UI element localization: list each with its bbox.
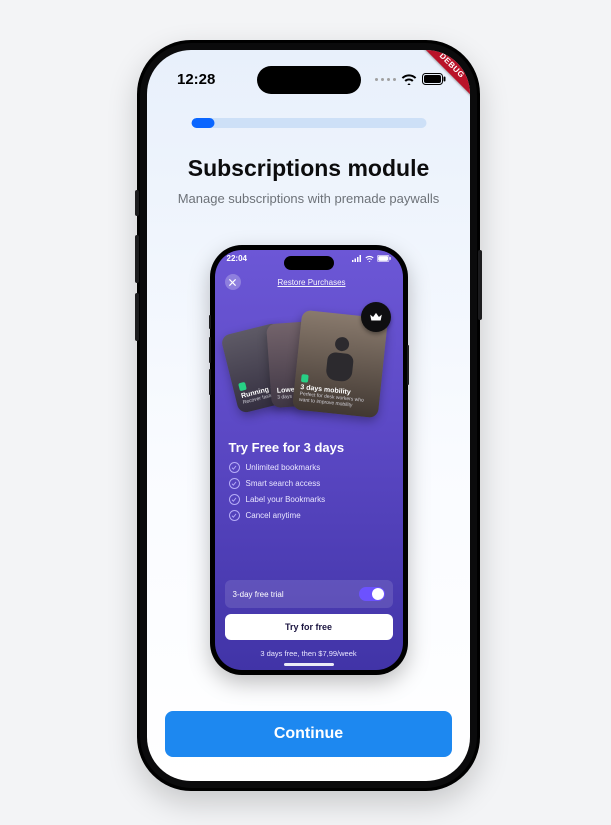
card-tag xyxy=(238,382,247,392)
restore-purchases-link[interactable]: Restore Purchases xyxy=(231,278,393,287)
page-title: Subscriptions module xyxy=(147,155,470,182)
feature-label: Label your Bookmarks xyxy=(246,495,326,504)
battery-icon xyxy=(377,255,391,262)
outer-screen: DEBUG 12:28 Subscriptions module xyxy=(147,50,470,781)
crown-icon xyxy=(369,310,383,324)
feature-label: Cancel anytime xyxy=(246,511,301,520)
feature-item: Smart search access xyxy=(229,478,389,489)
check-icon xyxy=(229,478,240,489)
onboarding-progress-fill xyxy=(191,118,215,128)
premium-badge xyxy=(361,302,391,332)
card-tag xyxy=(300,374,308,383)
trial-toggle[interactable] xyxy=(359,587,385,601)
feature-item: Label your Bookmarks xyxy=(229,494,389,505)
price-line: 3 days free, then $7,99/week xyxy=(215,649,403,658)
paywall-screen: 22:04 Restore Purchases xyxy=(215,250,403,670)
status-time: 12:28 xyxy=(177,71,215,88)
trial-label: 3-day free trial xyxy=(233,590,284,599)
feature-label: Smart search access xyxy=(246,479,321,488)
side-button xyxy=(478,250,482,320)
wifi-icon xyxy=(365,255,374,262)
dynamic-island-icon xyxy=(257,66,361,94)
onboarding-progress xyxy=(191,118,426,128)
paywall-hero: Running re Recover faster a Lower 3 days… xyxy=(215,300,403,430)
feature-label: Unlimited bookmarks xyxy=(246,463,321,472)
side-button xyxy=(135,190,139,216)
side-button xyxy=(135,235,139,283)
trial-toggle-row[interactable]: 3-day free trial xyxy=(225,580,393,608)
signal-icon xyxy=(352,255,362,262)
try-free-button[interactable]: Try for free xyxy=(225,614,393,640)
side-button xyxy=(135,293,139,341)
feature-item: Unlimited bookmarks xyxy=(229,462,389,473)
check-icon xyxy=(229,494,240,505)
outer-phone-frame: DEBUG 12:28 Subscriptions module xyxy=(137,40,480,791)
check-icon xyxy=(229,462,240,473)
home-indicator-icon xyxy=(284,663,334,666)
continue-button[interactable]: Continue xyxy=(165,711,452,757)
feature-item: Cancel anytime xyxy=(229,510,389,521)
wifi-icon xyxy=(401,73,417,85)
battery-icon xyxy=(422,73,446,85)
feature-list: Unlimited bookmarks Smart search access … xyxy=(229,462,389,521)
check-icon xyxy=(229,510,240,521)
status-time: 22:04 xyxy=(227,254,247,263)
paywall-title: Try Free for 3 days xyxy=(229,440,389,455)
inner-phone-mockup: 22:04 Restore Purchases xyxy=(210,245,408,675)
dynamic-island-icon xyxy=(284,256,334,270)
page-subtitle: Manage subscriptions with premade paywal… xyxy=(177,190,440,209)
status-dots-icon xyxy=(375,78,396,81)
